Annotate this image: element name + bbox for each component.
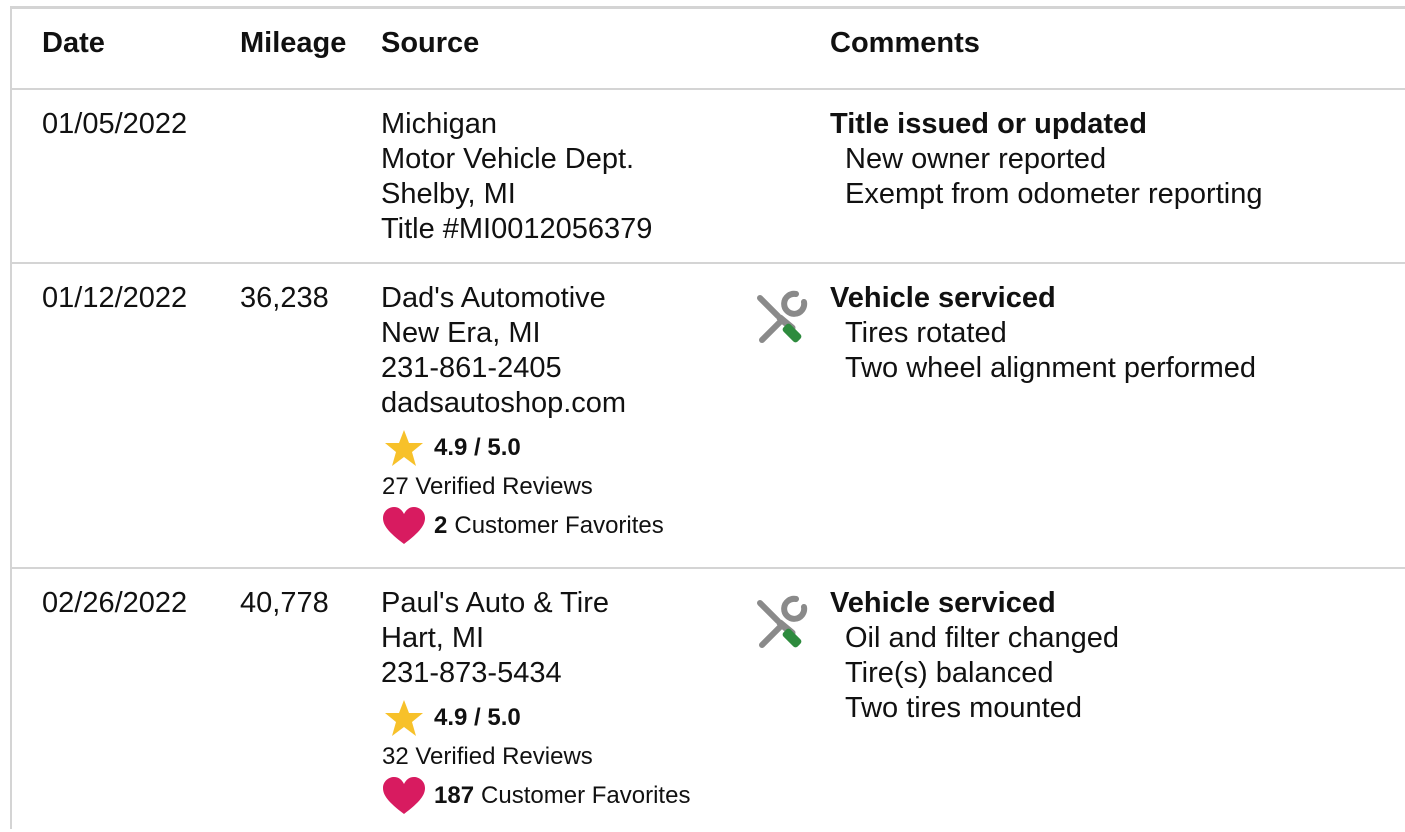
source-line: Title #MI0012056379	[381, 213, 653, 245]
comment-detail: Two wheel alignment performed	[845, 352, 1257, 384]
row-comments: Vehicle serviced Tires rotated Two wheel…	[830, 281, 1256, 386]
rating-score: 4.9 / 5.0	[434, 703, 521, 731]
header-date: Date	[42, 27, 105, 59]
favorites-label: Customer Favorites	[481, 781, 691, 809]
row-comments: Vehicle serviced Oil and filter changed …	[830, 586, 1119, 726]
service-tools-icon	[757, 595, 808, 648]
row-source: Paul's Auto & Tire Hart, MI 231-873-5434	[381, 586, 609, 691]
row-date: 01/05/2022	[42, 108, 188, 140]
source-line[interactable]: dadsautoshop.com	[381, 386, 626, 421]
comment-detail: Two tires mounted	[845, 692, 1082, 724]
comment-detail: New owner reported	[845, 143, 1107, 175]
rating-line: 4.9 / 5.0	[382, 698, 690, 737]
header-source: Source	[381, 27, 480, 59]
service-tools-icon	[757, 290, 808, 343]
row-comments: Title issued or updated New owner report…	[830, 107, 1262, 212]
row-mileage: 40,778	[240, 587, 329, 619]
comment-title: Title issued or updated	[830, 108, 1147, 140]
source-line: Dad's Automotive	[381, 282, 606, 314]
comment-detail: Tires rotated	[845, 317, 1007, 349]
verified-reviews-link[interactable]: 27 Verified Reviews	[382, 467, 664, 506]
comment-title: Vehicle serviced	[830, 282, 1056, 314]
favorites-count: 187	[434, 781, 475, 809]
source-line: New Era, MI	[381, 317, 541, 349]
table-header: Date Mileage Source Comments	[12, 9, 1405, 90]
star-icon	[385, 429, 423, 466]
shop-rating-block: 4.9 / 5.0 32 Verified Reviews 187 Custom…	[382, 698, 690, 815]
comment-detail: Oil and filter changed	[845, 622, 1120, 654]
source-line: Paul's Auto & Tire	[381, 587, 609, 619]
header-mileage: Mileage	[240, 27, 347, 59]
row-source: Michigan Motor Vehicle Dept. Shelby, MI …	[381, 107, 652, 247]
verified-reviews-link[interactable]: 32 Verified Reviews	[382, 737, 690, 776]
row-mileage: 36,238	[240, 282, 329, 314]
source-line: 231-873-5434	[381, 657, 562, 689]
heart-icon	[383, 506, 425, 544]
header-comments: Comments	[830, 27, 980, 59]
favorites-count: 2	[434, 511, 448, 539]
favorites-line: 2 Customer Favorites	[382, 506, 664, 545]
source-line: Shelby, MI	[381, 178, 516, 210]
row-date: 01/12/2022	[42, 282, 188, 314]
comment-detail: Exempt from odometer reporting	[845, 178, 1263, 210]
source-line: Michigan	[381, 108, 498, 140]
heart-icon	[383, 776, 425, 814]
rating-line: 4.9 / 5.0	[382, 428, 664, 467]
favorites-label: Customer Favorites	[454, 511, 664, 539]
vehicle-history-table: Date Mileage Source Comments 01/05/2022 …	[10, 6, 1405, 829]
comment-title: Vehicle serviced	[830, 587, 1056, 619]
shop-rating-block: 4.9 / 5.0 27 Verified Reviews 2 Customer…	[382, 428, 664, 545]
table-row: 02/26/2022 40,778 Paul's Auto & Tire Har…	[12, 569, 1405, 832]
table-row: 01/12/2022 36,238 Dad's Automotive New E…	[12, 264, 1405, 569]
star-icon	[385, 699, 423, 736]
row-source: Dad's Automotive New Era, MI 231-861-240…	[381, 281, 626, 421]
row-date: 02/26/2022	[42, 587, 188, 619]
comment-detail: Tire(s) balanced	[845, 657, 1054, 689]
rating-score: 4.9 / 5.0	[434, 433, 521, 461]
source-line: Motor Vehicle Dept.	[381, 143, 635, 175]
table-row: 01/05/2022 Michigan Motor Vehicle Dept. …	[12, 90, 1405, 264]
source-line: Hart, MI	[381, 622, 485, 654]
source-line: 231-861-2405	[381, 352, 562, 384]
favorites-line: 187 Customer Favorites	[382, 776, 690, 815]
